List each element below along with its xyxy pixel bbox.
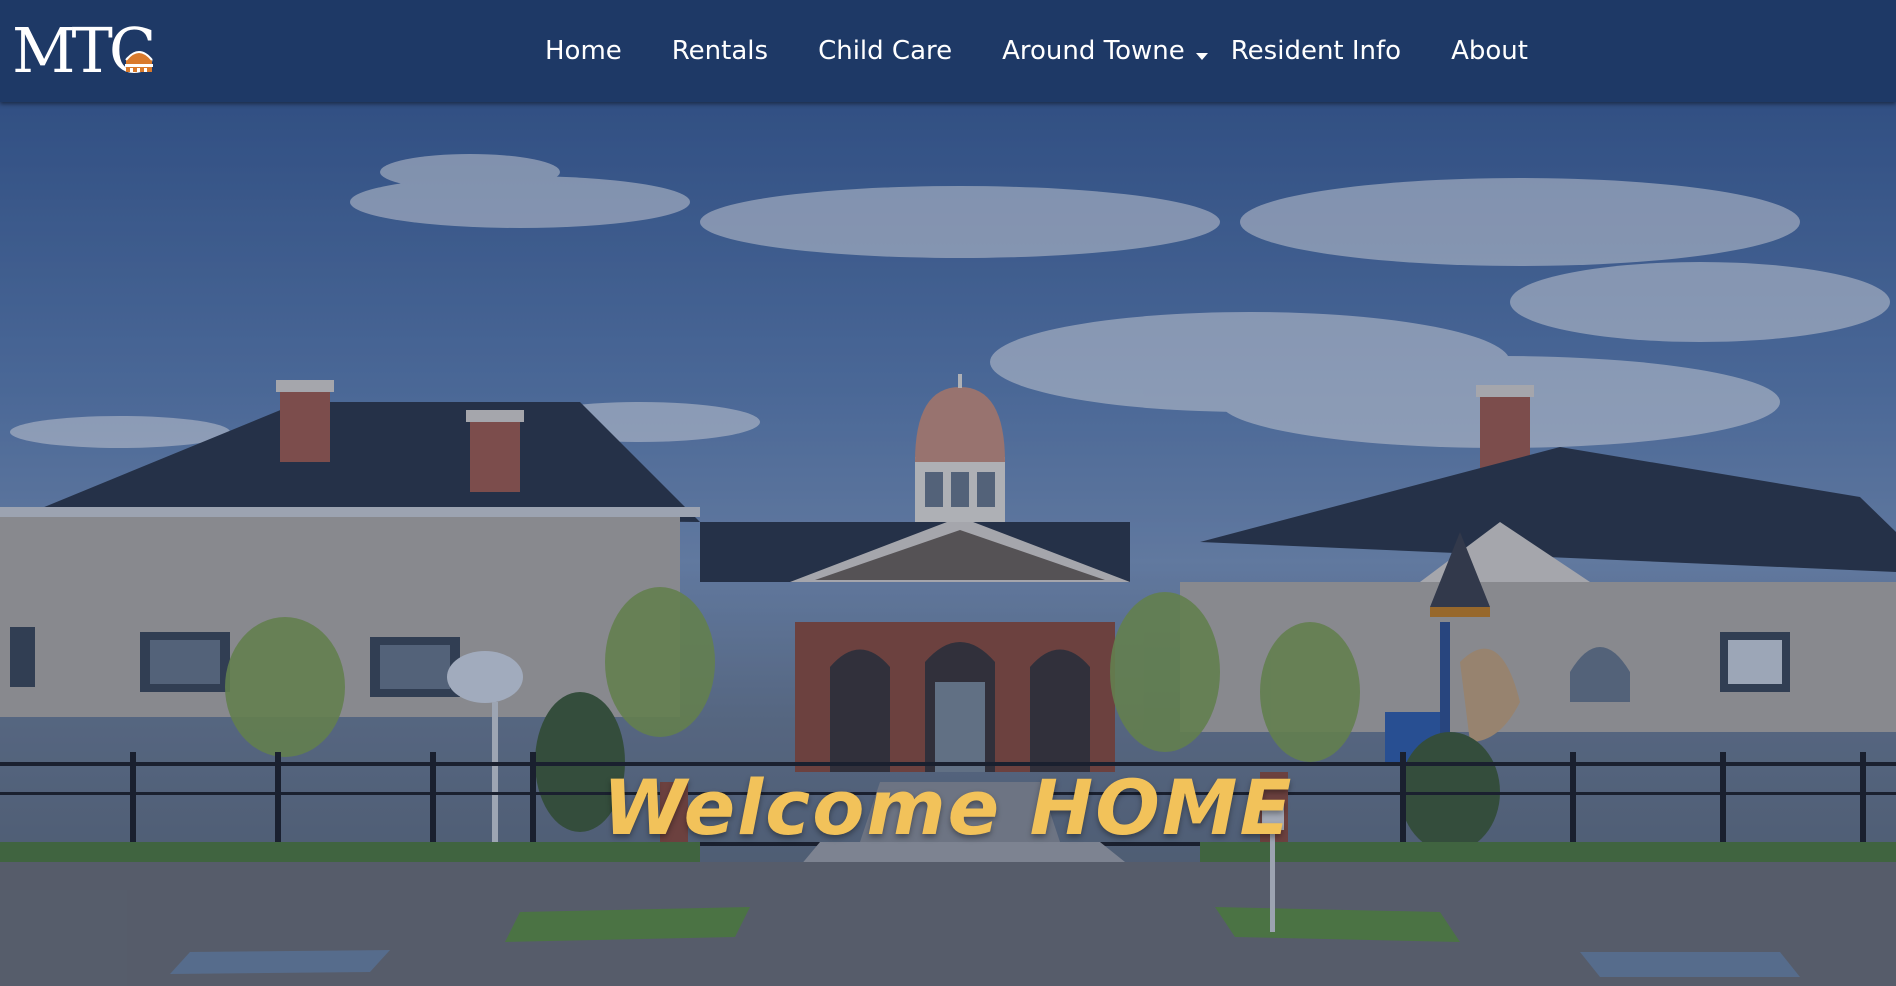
nav-resident-info[interactable]: Resident Info	[1231, 36, 1401, 66]
site-logo[interactable]: MTC	[12, 20, 192, 82]
main-nav: Home Rentals Child Care Around Towne Res…	[545, 0, 1578, 102]
hero-dark-overlay	[0, 102, 1896, 986]
nav-around-towne[interactable]: Around Towne	[1002, 34, 1209, 68]
nav-rentals[interactable]: Rentals	[672, 36, 768, 66]
caret-down-icon	[1195, 38, 1209, 68]
top-navbar: MTC Home Rentals Child Care Around Towne…	[0, 0, 1896, 102]
dome-logo-icon	[122, 24, 156, 86]
nav-about[interactable]: About	[1451, 36, 1528, 66]
hero-banner: Welcome HOME	[0, 102, 1896, 986]
nav-home[interactable]: Home	[545, 36, 622, 66]
nav-child-care[interactable]: Child Care	[818, 36, 952, 66]
hero-headline: Welcome HOME	[602, 762, 1294, 852]
nav-around-towne-label: Around Towne	[1002, 36, 1185, 66]
